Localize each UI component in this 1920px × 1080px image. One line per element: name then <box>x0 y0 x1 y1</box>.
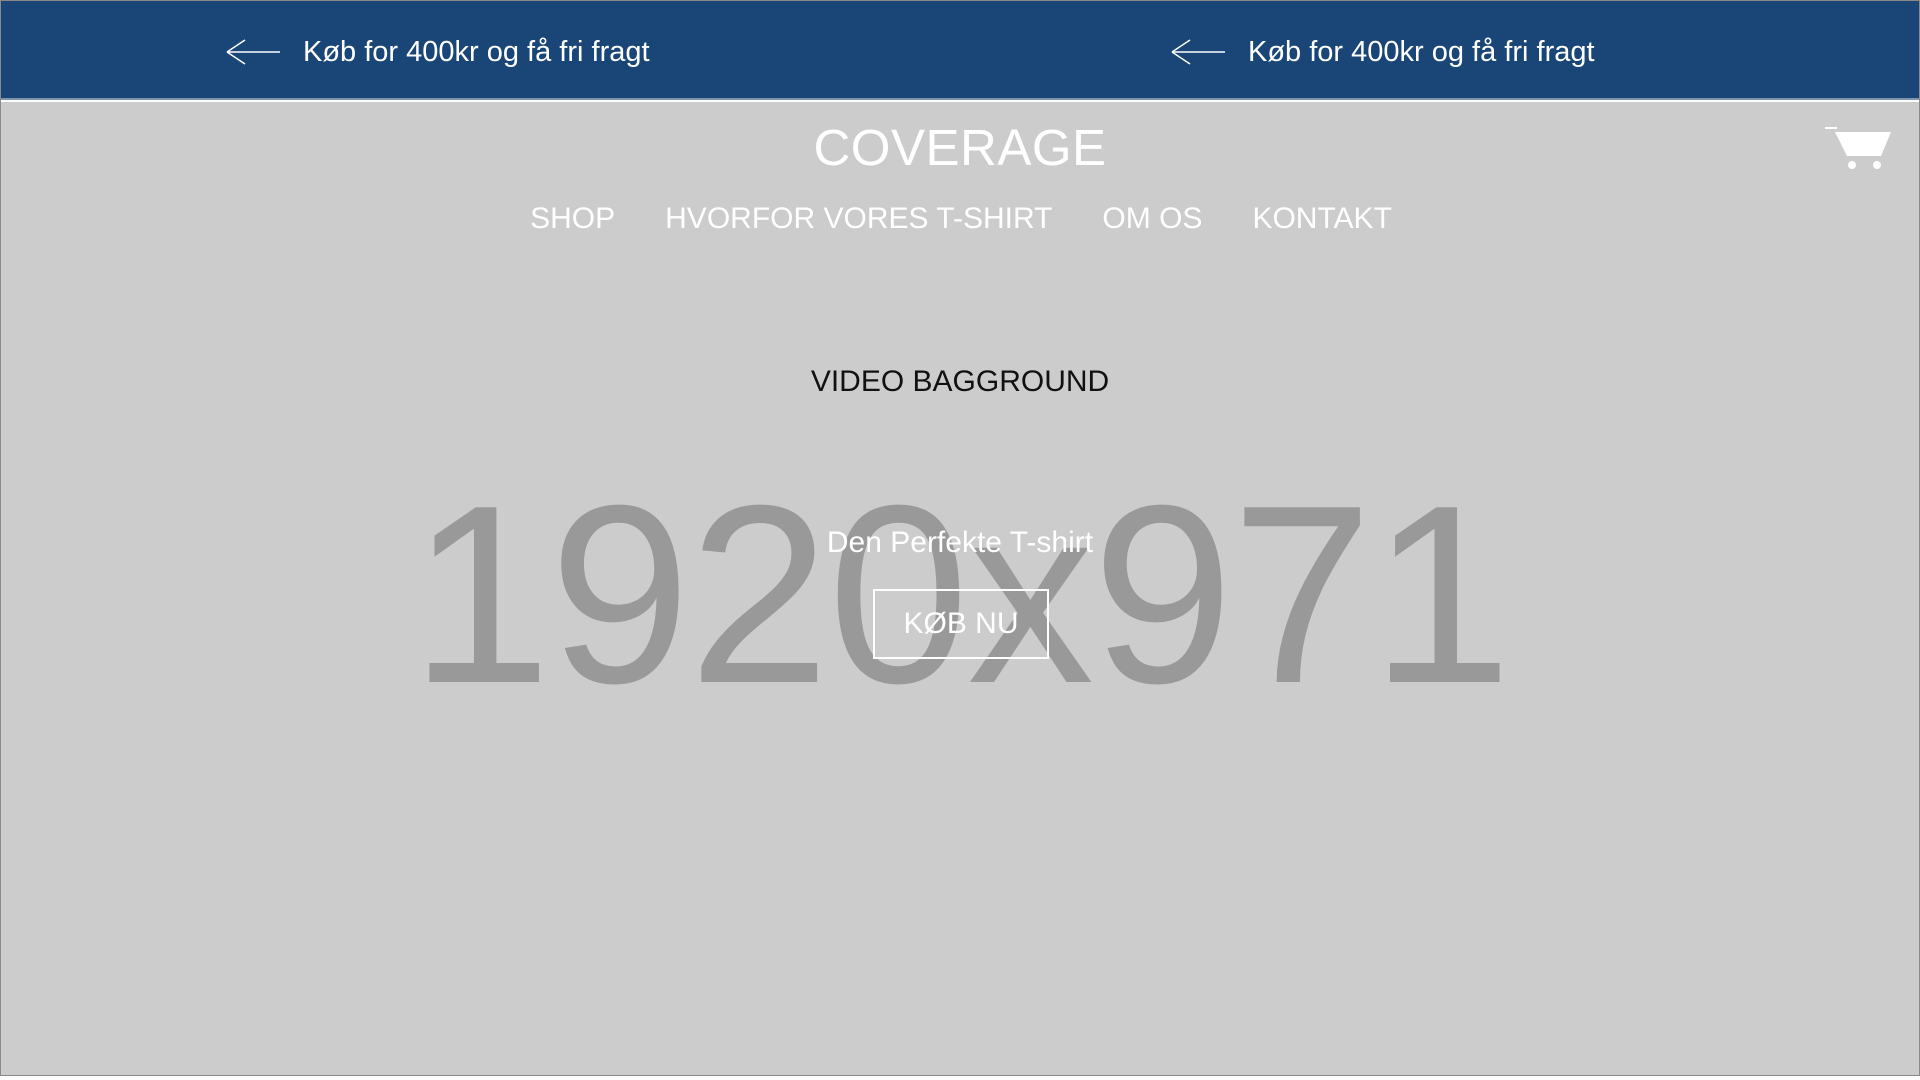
promo-item[interactable]: Køb for 400kr og få fri fragt <box>225 27 650 77</box>
arrow-left-icon[interactable] <box>1170 37 1248 67</box>
promo-banner: Køb for 400kr og få fri fragt Køb for 40… <box>1 1 1919 100</box>
nav-item-why-our-tshirt[interactable]: HVORFOR VORES T-SHIRT <box>665 202 1052 236</box>
site-logo[interactable]: COVERAGE <box>1 118 1919 177</box>
main-navigation: SHOP HVORFOR VORES T-SHIRT OM OS KONTAKT <box>1 202 1919 236</box>
buy-now-button[interactable]: KØB NU <box>873 589 1049 659</box>
video-background-label: VIDEO BAGGROUND <box>810 365 1110 398</box>
hero-section: COVERAGE SHOP HVORFOR VORES T-SHIRT OM O… <box>1 102 1919 1075</box>
page-frame: Køb for 400kr og få fri fragt Køb for 40… <box>0 0 1920 1076</box>
nav-item-shop[interactable]: SHOP <box>530 202 615 236</box>
nav-item-about[interactable]: OM OS <box>1102 202 1202 236</box>
promo-text: Køb for 400kr og få fri fragt <box>1248 35 1595 68</box>
promo-item[interactable]: Køb for 400kr og få fri fragt <box>1170 27 1595 77</box>
nav-item-contact[interactable]: KONTAKT <box>1252 202 1391 236</box>
hero-tagline: Den Perfekte T-shirt <box>826 526 1094 559</box>
arrow-left-icon[interactable] <box>225 37 303 67</box>
shopping-cart-icon[interactable] <box>1825 126 1893 170</box>
promo-text: Køb for 400kr og få fri fragt <box>303 35 650 68</box>
